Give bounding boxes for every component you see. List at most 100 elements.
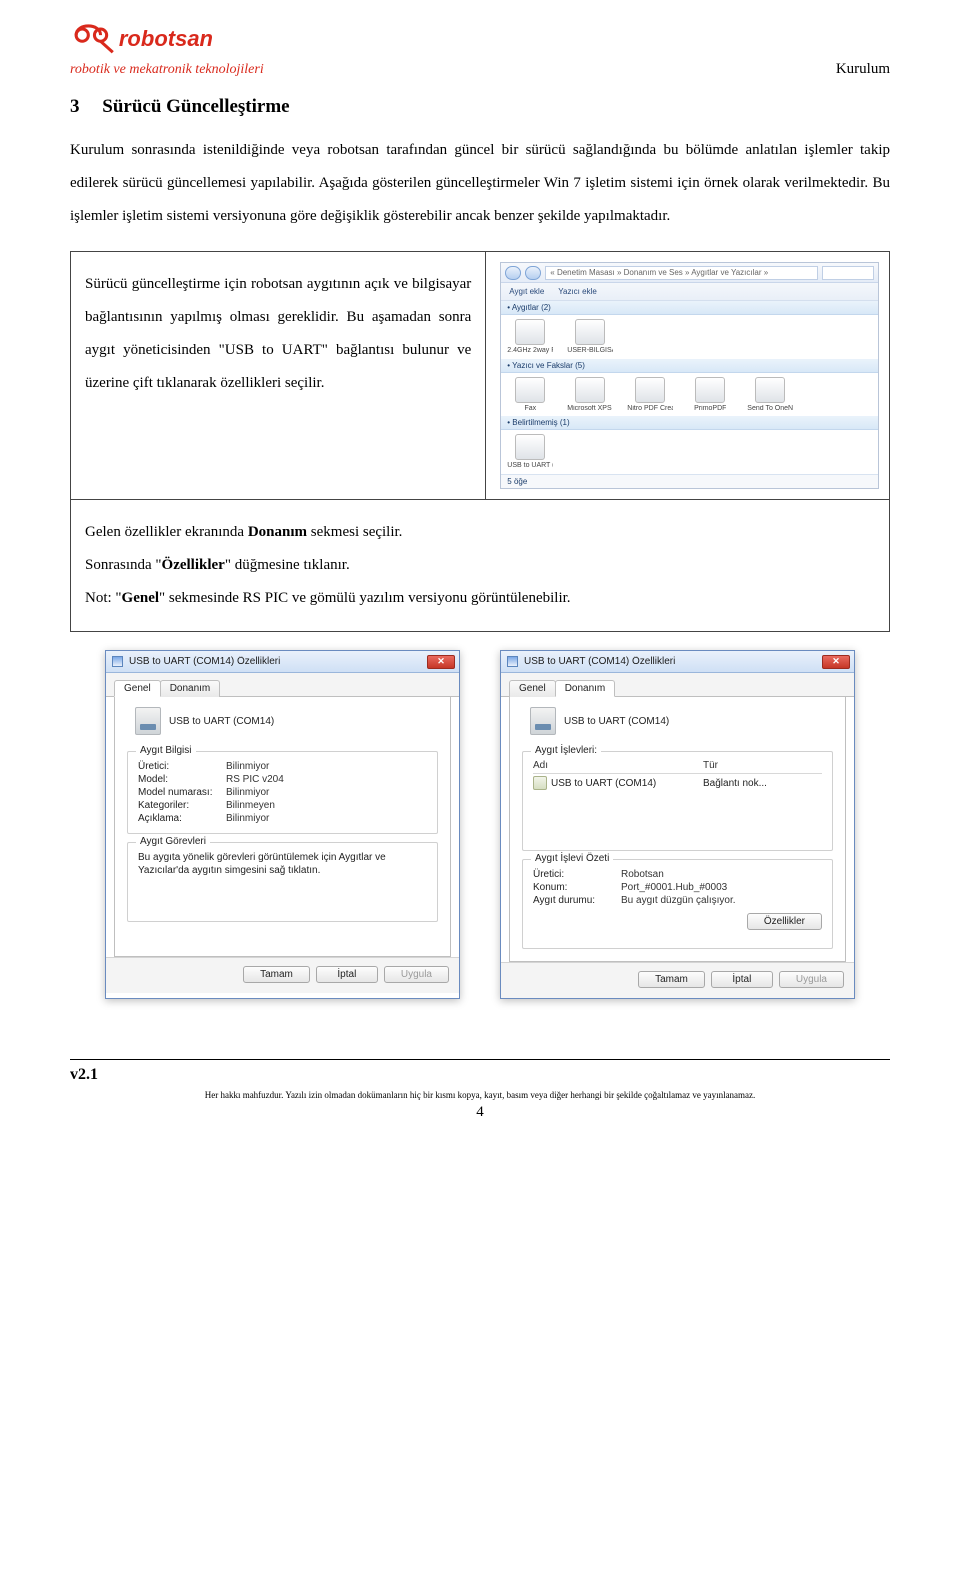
printer-primo[interactable]: PrimoPDF — [687, 377, 733, 413]
close-icon[interactable]: ✕ — [427, 655, 455, 669]
nav-fwd-icon[interactable] — [525, 266, 541, 280]
devices-printers-window: « Denetim Masası » Donanım ve Ses » Aygı… — [500, 262, 879, 489]
printer-icon — [515, 377, 545, 403]
ok-button[interactable]: Tamam — [243, 966, 310, 983]
kv-row: Üretici:Robotsan — [533, 868, 822, 881]
printer-fax[interactable]: Fax — [507, 377, 553, 413]
properties-button[interactable]: Özellikler — [747, 913, 822, 930]
close-icon[interactable]: ✕ — [822, 655, 850, 669]
apply-button[interactable]: Uygula — [779, 971, 844, 988]
logo-tagline: robotik ve mekatronik teknolojileri — [70, 62, 290, 78]
doc-version: v2.1 — [70, 1066, 890, 1084]
apply-button[interactable]: Uygula — [384, 966, 449, 983]
explorer-navbar: « Denetim Masası » Donanım ve Ses » Aygı… — [501, 263, 878, 283]
logo-block: robotsan robotik ve mekatronik teknoloji… — [70, 20, 290, 78]
dialog-title: USB to UART (COM14) Özellikleri — [129, 656, 427, 667]
svg-text:robotsan: robotsan — [119, 26, 213, 51]
tab-content-donanim: USB to UART (COM14) Aygıt İşlevleri: Adı… — [509, 697, 846, 962]
breadcrumb[interactable]: « Denetim Masası » Donanım ve Ses » Aygı… — [545, 266, 818, 280]
printer-xps[interactable]: Microsoft XPS Document Writer — [567, 377, 613, 413]
printer-icon — [575, 377, 605, 403]
list-cell-name: USB to UART (COM14) — [551, 778, 703, 789]
device-usb-uart[interactable]: USB to UART (COM14) — [507, 434, 553, 470]
group-device-tasks: Aygıt Görevleri Bu aygıta yönelik görevl… — [127, 842, 438, 922]
device-computer[interactable]: USER-BILGISAYA R — [567, 319, 613, 355]
nav-back-icon[interactable] — [505, 266, 521, 280]
dialog-button-row: Tamam İptal Uygula — [501, 962, 854, 998]
tab-strip: Genel Donanım — [106, 673, 459, 697]
properties-dialog-genel: USB to UART (COM14) Özellikleri ✕ Genel … — [105, 650, 460, 999]
device-name: USB to UART (COM14) — [564, 716, 669, 727]
step-2-line3: Not: "Genel" sekmesinde RS PIC ve gömülü… — [85, 582, 875, 615]
tasks-text: Bu aygıta yönelik görevleri görüntülemek… — [138, 851, 427, 877]
group-title: Aygıt İşlevleri: — [531, 745, 601, 756]
cancel-button[interactable]: İptal — [316, 966, 378, 983]
group-function-summary: Aygıt İşlevi Özeti Üretici:Robotsan Konu… — [522, 859, 833, 949]
printer-nitro[interactable]: Nitro PDF Creator 2 (Reader) — [627, 377, 673, 413]
group-device-functions: Aygıt İşlevleri: Adı Tür USB to UART (CO… — [522, 751, 833, 851]
bold-genel: Genel — [122, 590, 160, 606]
kv-row: Model:RS PIC v204 — [138, 773, 427, 786]
list-header: Adı Tür — [533, 760, 822, 774]
page-header: robotsan robotik ve mekatronik teknoloji… — [70, 20, 890, 78]
device-icon — [530, 707, 556, 735]
printer-icon — [635, 377, 665, 403]
port-icon — [533, 776, 547, 790]
cancel-button[interactable]: İptal — [711, 971, 773, 988]
category-devices[interactable]: • Aygıtlar (2) — [501, 301, 878, 315]
usb-uart-icon — [515, 434, 545, 460]
window-icon — [112, 656, 123, 667]
group-device-info: Aygıt Bilgisi Üretici:Bilinmiyor Model:R… — [127, 751, 438, 834]
tab-donanim[interactable]: Donanım — [160, 680, 221, 697]
list-row[interactable]: USB to UART (COM14) Bağlantı nok... — [533, 774, 822, 792]
printer-onenote[interactable]: Send To OneNote 2007 — [747, 377, 793, 413]
device-header-row: USB to UART (COM14) — [127, 705, 438, 743]
kv-row: Açıklama:Bilinmiyor — [138, 812, 427, 825]
kv-row: Kategoriler:Bilinmeyen — [138, 799, 427, 812]
dialog-title: USB to UART (COM14) Özellikleri — [524, 656, 822, 667]
window-icon — [507, 656, 518, 667]
device-name: USB to UART (COM14) — [169, 716, 274, 727]
page-number: 4 — [70, 1104, 890, 1121]
group-title: Aygıt Bilgisi — [136, 745, 196, 756]
step-row-1: Sürücü güncelleştirme için robotsan aygı… — [70, 251, 890, 500]
category-printers[interactable]: • Yazıcı ve Fakslar (5) — [501, 359, 878, 373]
intro-paragraph: Kurulum sonrasında istenildiğinde veya r… — [70, 134, 890, 233]
dialog-titlebar[interactable]: USB to UART (COM14) Özellikleri ✕ — [106, 651, 459, 673]
step-2-line1: Gelen özellikler ekranında Donanım sekme… — [85, 516, 875, 549]
tab-strip: Genel Donanım — [501, 673, 854, 697]
device-mouse[interactable]: 2.4GHz 2way RF Mouse Receiver — [507, 319, 553, 355]
ok-button[interactable]: Tamam — [638, 971, 705, 988]
step-1-screenshot: « Denetim Masası » Donanım ve Ses » Aygı… — [500, 252, 889, 499]
step-row-2: Gelen özellikler ekranında Donanım sekme… — [70, 500, 890, 632]
laptop-icon — [575, 319, 605, 345]
tab-genel[interactable]: Genel — [114, 680, 161, 697]
status-item-count: 5 öğe — [501, 474, 878, 488]
step-1-text: Sürücü güncelleştirme için robotsan aygı… — [71, 252, 486, 499]
bold-ozellikler: Özellikler — [162, 557, 225, 573]
bold-donanim: Donanım — [248, 524, 307, 540]
footer-rule — [70, 1059, 890, 1060]
group-title: Aygıt Görevleri — [136, 836, 210, 847]
device-header-row: USB to UART (COM14) — [522, 705, 833, 743]
dialog-titlebar[interactable]: USB to UART (COM14) Özellikleri ✕ — [501, 651, 854, 673]
tab-donanim[interactable]: Donanım — [555, 680, 616, 697]
dialogs-row: USB to UART (COM14) Özellikleri ✕ Genel … — [70, 650, 890, 999]
mouse-icon — [515, 319, 545, 345]
section-heading: 3 Sürücü Güncelleştirme — [70, 96, 890, 118]
category-unspecified[interactable]: • Belirtilmemiş (1) — [501, 416, 878, 430]
kv-row: Model numarası:Bilinmiyor — [138, 786, 427, 799]
properties-dialog-donanim: USB to UART (COM14) Özellikleri ✕ Genel … — [500, 650, 855, 999]
tab-genel[interactable]: Genel — [509, 680, 556, 697]
explorer-search-input[interactable] — [822, 266, 874, 280]
printer-icon — [695, 377, 725, 403]
toolbar-add-device[interactable]: Aygıt ekle — [509, 287, 544, 296]
explorer-toolbar: Aygıt ekle Yazıcı ekle — [501, 283, 878, 301]
col-name: Adı — [533, 760, 703, 771]
kv-row: Üretici:Bilinmiyor — [138, 760, 427, 773]
toolbar-add-printer[interactable]: Yazıcı ekle — [558, 287, 597, 296]
group-title: Aygıt İşlevi Özeti — [531, 853, 613, 864]
header-section-label: Kurulum — [836, 61, 890, 78]
kv-row: Aygıt durumu:Bu aygıt düzgün çalışıyor. — [533, 894, 822, 907]
col-type: Tür — [703, 760, 718, 771]
